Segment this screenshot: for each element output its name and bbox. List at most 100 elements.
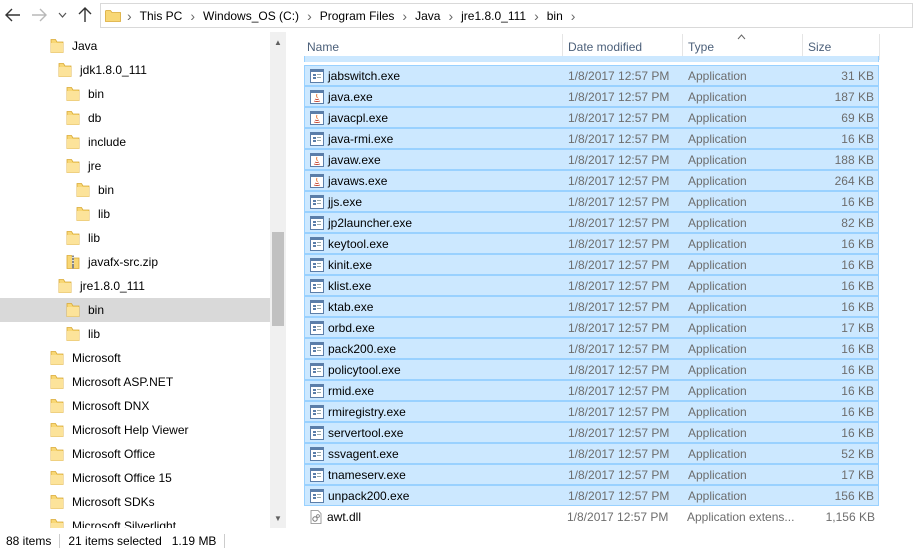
- file-row[interactable]: ktab.exe 1/8/2017 12:57 PM Application 16 K…: [304, 296, 879, 317]
- address-toolbar: › This PC › Windows_OS (C:) › Program Files › J…: [0, 0, 913, 32]
- file-row[interactable]: ssvagent.exe 1/8/2017 12:57 PM Application…: [304, 443, 879, 464]
- breadcrumb-item[interactable]: This PC: [140, 9, 183, 23]
- navigation-pane-scrollbar[interactable]: ▲ ▼: [270, 32, 286, 528]
- application-icon: [310, 320, 324, 335]
- tree-item[interactable]: jre1.8.0_111: [0, 274, 270, 298]
- file-row[interactable]: klist.exe 1/8/2017 12:57 PM Application 16 …: [304, 275, 879, 296]
- file-row[interactable]: kinit.exe 1/8/2017 12:57 PM Application 16 …: [304, 254, 879, 275]
- tree-item[interactable]: db: [0, 106, 270, 130]
- file-row[interactable]: rmid.exe 1/8/2017 12:57 PM Application 16 K…: [304, 380, 879, 401]
- file-date-modified: 1/8/2017 12:57 PM: [568, 257, 670, 272]
- file-row[interactable]: javaw.exe 1/8/2017 12:57 PM Application 188…: [304, 149, 879, 170]
- tree-item[interactable]: bin: [0, 178, 270, 202]
- breadcrumb-chevron-icon[interactable]: ›: [571, 8, 576, 24]
- tree-item-label: Microsoft: [72, 351, 121, 365]
- file-type: Application: [688, 362, 747, 377]
- file-date-modified: 1/8/2017 12:57 PM: [568, 89, 670, 104]
- file-name: javaws.exe: [328, 173, 388, 188]
- folder-icon: [66, 303, 80, 317]
- file-row[interactable]: pack200.exe 1/8/2017 12:57 PM Application 1…: [304, 338, 879, 359]
- zip-folder-icon: [66, 255, 80, 269]
- file-size: 52 KB: [841, 446, 874, 461]
- file-row[interactable]: unpack200.exe 1/8/2017 12:57 PM Applicatio…: [304, 485, 879, 506]
- folder-icon: [76, 207, 90, 221]
- file-row[interactable]: orbd.exe 1/8/2017 12:57 PM Application 17 K…: [304, 317, 879, 338]
- folder-icon: [50, 471, 64, 485]
- file-name: klist.exe: [328, 278, 372, 293]
- folder-icon: [58, 279, 72, 293]
- file-row[interactable]: keytool.exe 1/8/2017 12:57 PM Application 1…: [304, 233, 879, 254]
- tree-item-label: Microsoft Office: [72, 447, 156, 461]
- scrollbar-thumb[interactable]: [272, 232, 284, 326]
- file-size: 16 KB: [841, 425, 874, 440]
- file-row[interactable]: awt.dll 1/8/2017 12:57 PM Application exte…: [304, 506, 879, 527]
- file-date-modified: 1/8/2017 12:57 PM: [568, 131, 670, 146]
- breadcrumb-chevron-icon[interactable]: ›: [534, 8, 539, 24]
- file-row[interactable]: tnameserv.exe 1/8/2017 12:57 PM Applicatio…: [304, 464, 879, 485]
- breadcrumb-item[interactable]: jre1.8.0_111: [461, 9, 526, 23]
- breadcrumb-item[interactable]: Windows_OS (C:): [203, 9, 299, 23]
- tree-item[interactable]: lib: [0, 226, 270, 250]
- tree-item-label: Microsoft Help Viewer: [72, 423, 189, 437]
- file-type: Application: [688, 257, 747, 272]
- tree-item[interactable]: Microsoft Office 15: [0, 466, 270, 490]
- breadcrumb-chevron-icon[interactable]: ›: [190, 8, 195, 24]
- breadcrumb-chevron-icon[interactable]: ›: [127, 8, 132, 24]
- tree-item[interactable]: Microsoft Office: [0, 442, 270, 466]
- tree-item[interactable]: bin: [0, 82, 270, 106]
- file-row[interactable]: policytool.exe 1/8/2017 12:57 PM Applicati…: [304, 359, 879, 380]
- tree-item[interactable]: Microsoft ASP.NET: [0, 370, 270, 394]
- tree-item[interactable]: jdk1.8.0_111: [0, 58, 270, 82]
- back-arrow-icon[interactable]: [4, 6, 22, 24]
- file-size: 16 KB: [841, 236, 874, 251]
- file-row[interactable]: jjs.exe 1/8/2017 12:57 PM Application 16 KB: [304, 191, 879, 212]
- file-row[interactable]: rmiregistry.exe 1/8/2017 12:57 PM Applicat…: [304, 401, 879, 422]
- column-divider[interactable]: [879, 34, 880, 60]
- file-row[interactable]: javacpl.exe 1/8/2017 12:57 PM Application 6…: [304, 107, 879, 128]
- scroll-up-arrow-icon[interactable]: ▲: [270, 34, 286, 50]
- tree-item[interactable]: Microsoft DNX: [0, 394, 270, 418]
- recent-locations-chevron-icon[interactable]: [53, 6, 71, 24]
- tree-item[interactable]: jre: [0, 154, 270, 178]
- forward-arrow-icon[interactable]: [30, 6, 48, 24]
- file-date-modified: 1/8/2017 12:57 PM: [568, 488, 670, 503]
- breadcrumb-item[interactable]: bin: [547, 9, 563, 23]
- tree-item[interactable]: javafx-src.zip: [0, 250, 270, 274]
- status-divider: [224, 534, 226, 548]
- tree-item-label: bin: [98, 183, 115, 197]
- folder-icon: [66, 327, 80, 341]
- file-row[interactable]: servertool.exe 1/8/2017 12:57 PM Applicati…: [304, 422, 879, 443]
- breadcrumb-chevron-icon[interactable]: ›: [402, 8, 407, 24]
- file-row[interactable]: java-rmi.exe 1/8/2017 12:57 PM Application…: [304, 128, 879, 149]
- file-size: 188 KB: [834, 152, 874, 167]
- address-bar[interactable]: › This PC › Windows_OS (C:) › Program Files › J…: [100, 3, 913, 28]
- breadcrumb-item[interactable]: Java: [415, 9, 440, 23]
- file-row[interactable]: java.exe 1/8/2017 12:57 PM Application 187 …: [304, 86, 879, 107]
- tree-item[interactable]: Java: [0, 34, 270, 58]
- tree-item[interactable]: lib: [0, 322, 270, 346]
- breadcrumb-item[interactable]: Program Files: [320, 9, 395, 23]
- tree-item[interactable]: Microsoft SDKs: [0, 490, 270, 514]
- tree-item-label: Microsoft DNX: [72, 399, 150, 413]
- file-name: java.exe: [328, 89, 373, 104]
- file-name: jjs.exe: [328, 194, 363, 209]
- tree-item[interactable]: Microsoft: [0, 346, 270, 370]
- tree-item[interactable]: include: [0, 130, 270, 154]
- file-row[interactable]: jabswitch.exe 1/8/2017 12:57 PM Applicatio…: [304, 65, 879, 86]
- file-size: 17 KB: [841, 467, 874, 482]
- file-row[interactable]: javaws.exe 1/8/2017 12:57 PM Application 26…: [304, 170, 879, 191]
- up-arrow-icon[interactable]: [76, 6, 94, 24]
- application-icon: [310, 68, 324, 83]
- scroll-down-arrow-icon[interactable]: ▼: [270, 510, 286, 526]
- breadcrumb-chevron-icon[interactable]: ›: [448, 8, 453, 24]
- application-icon: [310, 257, 324, 272]
- file-type: Application: [688, 215, 747, 230]
- file-type: Application: [688, 89, 747, 104]
- breadcrumb-chevron-icon[interactable]: ›: [307, 8, 312, 24]
- tree-item[interactable]: lib: [0, 202, 270, 226]
- tree-item[interactable]: bin: [0, 298, 270, 322]
- file-row[interactable]: jp2launcher.exe 1/8/2017 12:57 PM Applicat…: [304, 212, 879, 233]
- tree-item-label: lib: [88, 231, 101, 245]
- tree-item[interactable]: Microsoft Help Viewer: [0, 418, 270, 442]
- tree-item[interactable]: Microsoft Silverlight: [0, 514, 270, 528]
